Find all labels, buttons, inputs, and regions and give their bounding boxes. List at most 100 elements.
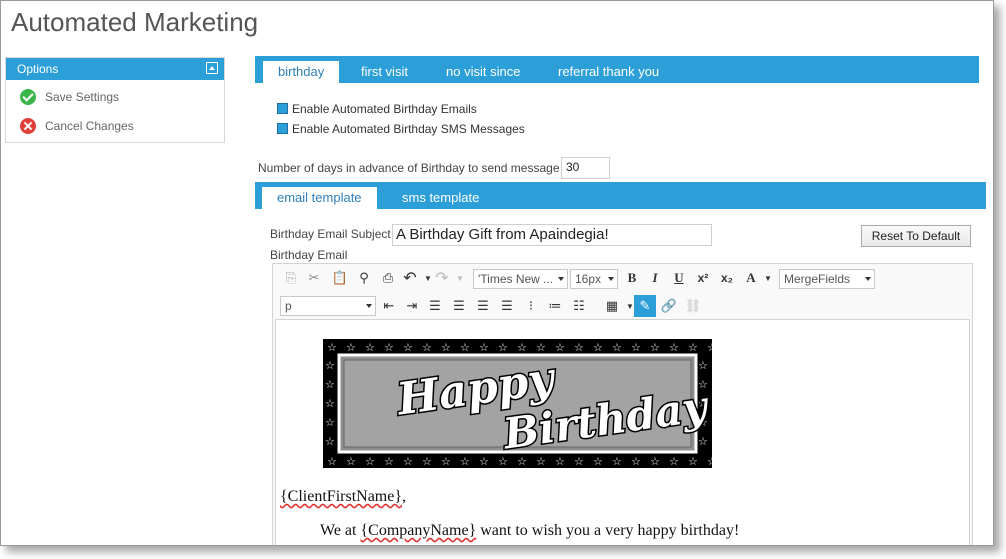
tab-first-visit[interactable]: first visit: [361, 61, 408, 83]
chevron-down-icon: [608, 277, 614, 281]
font-name-value: 'Times New ...: [478, 272, 554, 286]
italic-icon[interactable]: I: [646, 269, 664, 287]
merge-fields-select[interactable]: MergeFields: [779, 269, 875, 289]
banner-star-icon: ☆: [650, 342, 660, 354]
find-icon[interactable]: ⚲: [355, 269, 373, 287]
align-left-icon[interactable]: ☰: [426, 297, 444, 315]
banner-star-icon: ☆: [555, 342, 565, 354]
unlink-icon[interactable]: ⛓: [684, 297, 702, 315]
indent-icon[interactable]: ⇥: [403, 297, 421, 315]
superscript-icon[interactable]: x²: [694, 269, 712, 287]
days-input[interactable]: 30: [561, 157, 610, 179]
options-panel: Options Save Settings Cancel Changes: [5, 57, 225, 143]
banner-star-icon: ☆: [441, 456, 451, 468]
banner-star-icon: ☆: [612, 342, 622, 354]
app-window: Automated Marketing Options Save Setting…: [0, 0, 994, 546]
banner-star-icon: ☆: [707, 342, 712, 354]
bullet-list-icon[interactable]: ⁝: [522, 297, 540, 315]
align-center-icon[interactable]: ☰: [450, 297, 468, 315]
reset-to-default-button[interactable]: Reset To Default: [861, 225, 971, 247]
cut-icon[interactable]: ✂: [305, 269, 323, 287]
wish-line: We at {CompanyName} want to wish you a v…: [320, 522, 739, 540]
paragraph-value: p: [285, 299, 292, 313]
banner-star-icon: ☆: [536, 456, 546, 468]
collapse-icon[interactable]: [206, 62, 218, 74]
bold-icon[interactable]: B: [623, 269, 641, 287]
banner-star-icon: ☆: [460, 456, 470, 468]
save-settings-button[interactable]: Save Settings: [20, 88, 119, 106]
tab-email-template[interactable]: email template: [262, 187, 377, 209]
tab-referral-thank-you[interactable]: referral thank you: [558, 61, 659, 83]
link-icon[interactable]: 🔗: [660, 297, 678, 315]
tab-sms-template[interactable]: sms template: [402, 187, 479, 209]
banner-star-icon: ☆: [498, 342, 508, 354]
font-size-select[interactable]: 16px: [570, 269, 618, 289]
subject-label: Birthday Email Subject: [270, 227, 391, 241]
banner-star-icon: ☆: [403, 342, 413, 354]
tab-birthday[interactable]: birthday: [263, 61, 340, 83]
greeting-line: {ClientFirstName},: [280, 488, 406, 506]
enable-email-label: Enable Automated Birthday Emails: [292, 102, 477, 116]
banner-star-icon: ☆: [422, 342, 432, 354]
align-right-icon[interactable]: ☰: [474, 297, 492, 315]
redo-dropdown-icon[interactable]: ▼: [451, 269, 469, 287]
subscript-icon[interactable]: x₂: [718, 269, 736, 287]
paste-icon[interactable]: 📋: [331, 269, 349, 287]
chevron-down-icon: [366, 304, 372, 308]
birthday-banner-graphic: ☆ ☆ ☆ ☆ ☆ ☆ ☆ ☆ ☆ ☆ ☆ ☆ ☆ ☆ ☆ ☆ ☆ ☆ ☆ ☆ ☆ ☆ ☆ ☆ ☆ ☆ ☆ ☆ ☆ ☆ ☆ ☆ ☆ ☆ ☆ ☆ ☆ ☆ ☆ ☆…: [323, 339, 717, 468]
font-color-dropdown-icon[interactable]: ▼: [759, 269, 777, 287]
banner-star-icon: ☆: [384, 456, 394, 468]
editor-content[interactable]: ☆ ☆ ☆ ☆ ☆ ☆ ☆ ☆ ☆ ☆ ☆ ☆ ☆ ☆ ☆ ☆ ☆ ☆ ☆ ☆ ☆ ☆ ☆ ☆ ☆ ☆ ☆ ☆ ☆ ☆ ☆ ☆ ☆ ☆ ☆ ☆ ☆ ☆ ☆ ☆…: [275, 319, 970, 545]
banner-star-icon: ☆: [384, 342, 394, 354]
justify-icon[interactable]: ☰: [498, 297, 516, 315]
banner-star-icon: ☆: [593, 456, 603, 468]
company-name-field: {CompanyName}: [360, 522, 477, 539]
paragraph-select[interactable]: p: [280, 296, 376, 316]
enable-sms-checkbox[interactable]: [277, 123, 288, 135]
banner-star-icon: ☆: [422, 456, 432, 468]
table-icon[interactable]: ▦: [603, 297, 621, 315]
options-header-label: Options: [17, 62, 59, 76]
body-label: Birthday Email: [270, 248, 348, 262]
numbered-list-icon[interactable]: ≔: [546, 297, 564, 315]
tab-no-visit-since[interactable]: no visit since: [446, 61, 520, 83]
banner-star-icon: ☆: [631, 456, 641, 468]
banner-star-icon: ☆: [688, 342, 698, 354]
banner-star-icon: ☆: [325, 436, 335, 448]
page-title: Automated Marketing: [11, 7, 259, 37]
copy-icon[interactable]: ⎘: [282, 269, 300, 287]
cancel-changes-button[interactable]: Cancel Changes: [20, 117, 134, 135]
chevron-down-icon: [558, 277, 564, 281]
banner-star-icon: ☆: [325, 360, 335, 372]
days-label: Number of days in advance of Birthday to…: [258, 161, 560, 175]
redo-icon[interactable]: ↷: [433, 269, 451, 287]
undo-icon[interactable]: ↶: [401, 269, 419, 287]
horizontal-rule-icon[interactable]: ☷: [570, 297, 588, 315]
banner-star-icon: ☆: [593, 342, 603, 354]
banner-star-icon: ☆: [688, 456, 698, 468]
underline-icon[interactable]: U: [670, 269, 688, 287]
font-color-icon[interactable]: A: [742, 269, 760, 287]
outdent-icon[interactable]: ⇤: [380, 297, 398, 315]
wish-suffix: want to wish you a very happy birthday!: [476, 522, 740, 539]
image-edit-icon[interactable]: ✎: [634, 295, 656, 317]
font-name-select[interactable]: 'Times New ...: [473, 269, 568, 289]
banner-star-icon: ☆: [327, 456, 337, 468]
birthday-banner-image: ☆ ☆ ☆ ☆ ☆ ☆ ☆ ☆ ☆ ☆ ☆ ☆ ☆ ☆ ☆ ☆ ☆ ☆ ☆ ☆ ☆ ☆ ☆ ☆ ☆ ☆ ☆ ☆ ☆ ☆ ☆ ☆ ☆ ☆ ☆ ☆ ☆ ☆ ☆ ☆…: [323, 339, 717, 468]
enable-email-checkbox[interactable]: [277, 103, 288, 115]
client-first-name-field: {ClientFirstName}: [280, 488, 403, 505]
subject-input[interactable]: A Birthday Gift from Apaindegia!: [392, 224, 712, 246]
banner-star-icon: ☆: [325, 417, 335, 429]
banner-star-icon: ☆: [612, 456, 622, 468]
banner-star-icon: ☆: [325, 398, 335, 410]
banner-star-icon: ☆: [346, 456, 356, 468]
banner-star-icon: ☆: [574, 342, 584, 354]
print-icon[interactable]: ⎙: [379, 269, 397, 287]
banner-star-icon: ☆: [460, 342, 470, 354]
chevron-down-icon: [865, 277, 871, 281]
enable-sms-option: Enable Automated Birthday SMS Messages: [277, 122, 525, 136]
banner-star-icon: ☆: [517, 456, 527, 468]
check-icon: [20, 88, 36, 105]
x-icon: [20, 117, 36, 134]
banner-star-icon: ☆: [441, 342, 451, 354]
